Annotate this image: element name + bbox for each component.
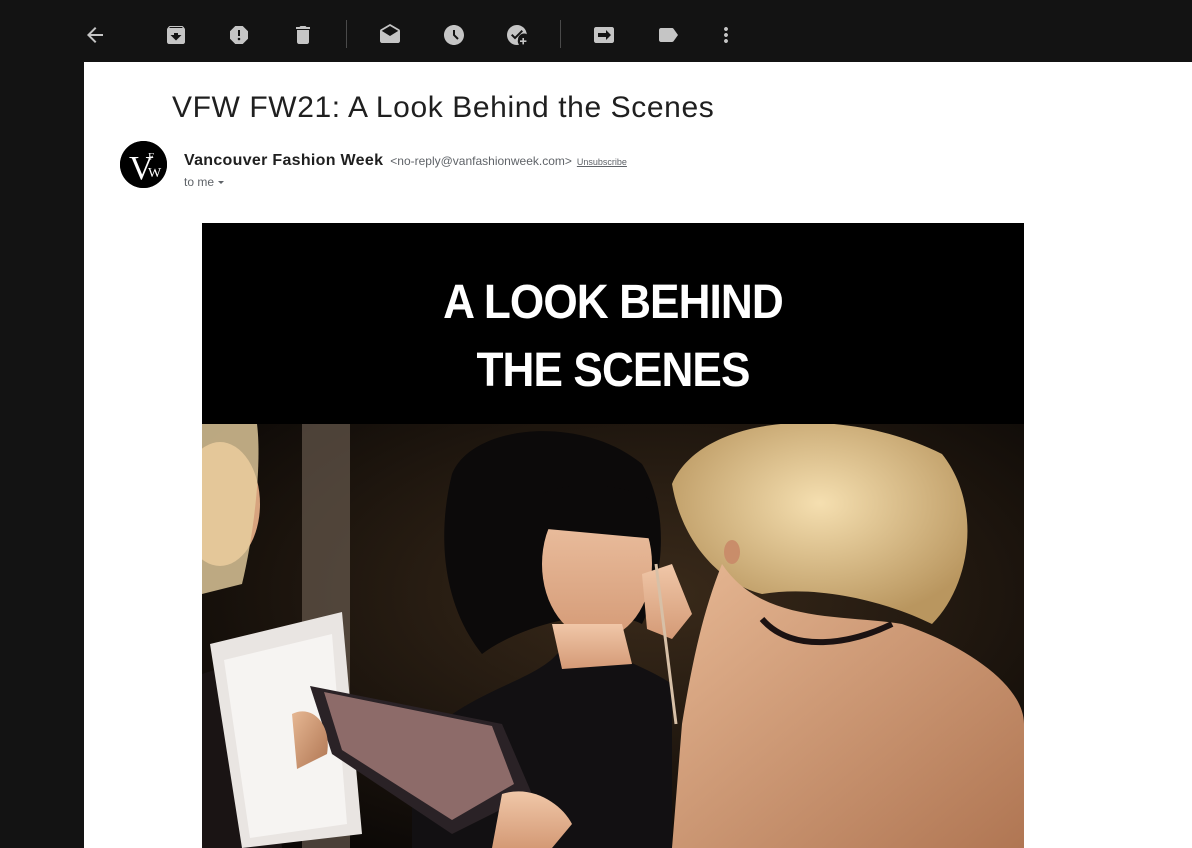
back-button[interactable]	[81, 17, 109, 53]
mail-open-icon	[380, 24, 400, 43]
vfw-logo-icon: V F W	[120, 141, 167, 188]
sender-avatar[interactable]: V F W	[120, 141, 167, 188]
email-hero-banner: A LOOK BEHIND THE SCENES	[202, 223, 1024, 848]
archive-icon	[167, 26, 185, 44]
more-button[interactable]	[712, 17, 740, 53]
arrow-left-icon	[87, 27, 103, 43]
hero-heading: A LOOK BEHIND THE SCENES	[235, 269, 991, 405]
toolbar-divider	[560, 20, 561, 48]
more-vert-icon	[724, 27, 728, 43]
avatar-logo-f: F	[148, 151, 154, 163]
hero-heading-line2: THE SCENES	[476, 344, 750, 397]
trash-icon	[296, 26, 310, 44]
backstage-photo	[202, 424, 1024, 848]
delete-button[interactable]	[289, 17, 317, 53]
label-icon	[659, 28, 678, 42]
avatar-logo-w: W	[148, 166, 162, 181]
toolbar-divider	[346, 20, 347, 48]
email-subject: VFW FW21: A Look Behind the Scenes	[172, 91, 715, 124]
report-spam-button[interactable]	[225, 17, 253, 53]
toolbar	[0, 0, 1192, 62]
recipient-details-toggle[interactable]: to me	[184, 175, 225, 189]
recipient-label: to me	[184, 175, 215, 189]
sender-email: <no-reply@vanfashionweek.com>	[390, 154, 572, 168]
archive-button[interactable]	[162, 17, 190, 53]
move-to-icon	[594, 27, 614, 43]
sender-line: Vancouver Fashion Week <no-reply@vanfash…	[184, 152, 627, 170]
labels-button[interactable]	[654, 17, 682, 53]
hero-heading-line1: A LOOK BEHIND	[443, 276, 784, 329]
chevron-down-icon	[218, 181, 225, 184]
snooze-button[interactable]	[440, 17, 468, 53]
left-rail	[0, 62, 84, 848]
move-to-button[interactable]	[590, 17, 618, 53]
mark-unread-button[interactable]	[376, 17, 404, 53]
unsubscribe-link[interactable]: Unsubscribe	[577, 157, 627, 167]
clock-icon	[444, 25, 464, 45]
email-view: VFW FW21: A Look Behind the Scenes V F W…	[84, 62, 1192, 848]
sender-name[interactable]: Vancouver Fashion Week	[184, 152, 383, 170]
task-add-icon	[507, 25, 527, 45]
report-icon	[230, 26, 248, 44]
add-to-tasks-button[interactable]	[503, 17, 531, 53]
